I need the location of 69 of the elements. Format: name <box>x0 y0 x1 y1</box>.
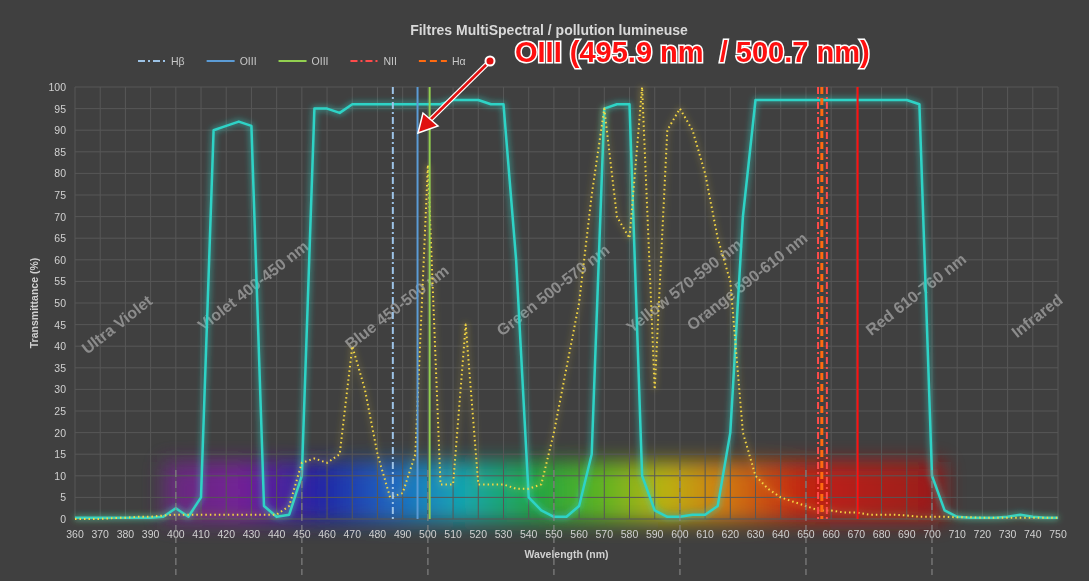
x-tick-label: 590 <box>645 528 664 540</box>
y-tick-label: 25 <box>54 405 66 417</box>
x-tick-label: 540 <box>519 528 538 540</box>
x-tick-label: 630 <box>746 528 765 540</box>
y-tick-label: 15 <box>54 448 66 461</box>
x-tick-label: 620 <box>721 528 740 540</box>
x-tick-label: 520 <box>469 528 488 540</box>
y-tick-label: 80 <box>54 167 66 180</box>
x-tick-label: 560 <box>570 528 588 540</box>
y-tick-label: 10 <box>54 469 66 482</box>
y-tick-label: 85 <box>54 145 66 158</box>
x-tick-label: 700 <box>923 528 941 540</box>
x-tick-label: 480 <box>368 528 387 540</box>
x-tick-label: 580 <box>620 528 639 540</box>
y-tick-label: 50 <box>54 297 66 309</box>
x-tick-label: 720 <box>973 528 992 540</box>
x-tick-label: 680 <box>872 528 891 540</box>
x-tick-label: 500 <box>419 528 437 540</box>
x-tick-label: 650 <box>797 528 815 540</box>
y-tick-label: 40 <box>54 340 66 353</box>
y-tick-label: 100 <box>48 81 66 93</box>
x-tick-label: 490 <box>393 528 412 540</box>
y-axis-title: Transmittance (%) <box>28 257 40 349</box>
y-tick-label: 45 <box>54 318 66 331</box>
y-tick-label: 0 <box>60 513 66 525</box>
y-tick-label: 75 <box>54 189 66 201</box>
x-tick-label: 360 <box>66 528 84 540</box>
x-tick-label: 530 <box>494 528 513 540</box>
y-tick-label: 70 <box>54 210 66 223</box>
x-tick-label: 670 <box>847 528 866 540</box>
y-tick-label: 60 <box>54 253 66 266</box>
x-tick-label: 400 <box>167 528 185 540</box>
x-tick-label: 510 <box>444 528 462 540</box>
y-tick-label: 5 <box>60 491 66 504</box>
x-tick-label: 690 <box>898 528 916 540</box>
y-tick-label: 90 <box>54 124 66 137</box>
x-tick-label: 470 <box>343 528 361 540</box>
legend-label: OIII <box>311 55 329 67</box>
x-tick-label: 390 <box>141 528 160 540</box>
x-tick-label: 640 <box>772 528 790 540</box>
legend-label: OIII <box>239 55 257 67</box>
x-tick-label: 750 <box>1049 528 1067 540</box>
x-tick-label: 440 <box>267 528 286 540</box>
x-tick-label: 610 <box>696 528 714 540</box>
x-tick-label: 460 <box>318 528 336 540</box>
x-tick-label: 570 <box>595 528 614 540</box>
x-tick-label: 550 <box>545 528 563 540</box>
y-tick-label: 30 <box>54 383 66 396</box>
legend-label: Hβ <box>171 55 185 67</box>
y-tick-label: 65 <box>54 232 66 245</box>
legend-label: NII <box>383 55 397 67</box>
y-tick-label: 95 <box>54 102 66 115</box>
x-tick-label: 660 <box>822 528 840 540</box>
x-tick-label: 450 <box>293 528 311 540</box>
x-tick-label: 370 <box>91 528 109 540</box>
y-tick-label: 35 <box>54 361 66 374</box>
x-axis-title: Wavelength (nm) <box>524 548 609 560</box>
x-tick-label: 740 <box>1024 528 1042 540</box>
x-tick-label: 430 <box>242 528 261 540</box>
x-tick-label: 710 <box>948 528 966 540</box>
chart-title: Filtres MultiSpectral / pollution lumineuse <box>410 22 688 38</box>
x-tick-label: 410 <box>192 528 210 540</box>
x-tick-label: 420 <box>217 528 235 540</box>
x-tick-label: 730 <box>998 528 1017 540</box>
x-tick-label: 380 <box>116 528 135 540</box>
x-tick-label: 600 <box>671 528 689 540</box>
y-tick-label: 20 <box>54 426 66 439</box>
legend-label: Hα <box>451 55 466 67</box>
y-tick-label: 55 <box>54 275 66 288</box>
